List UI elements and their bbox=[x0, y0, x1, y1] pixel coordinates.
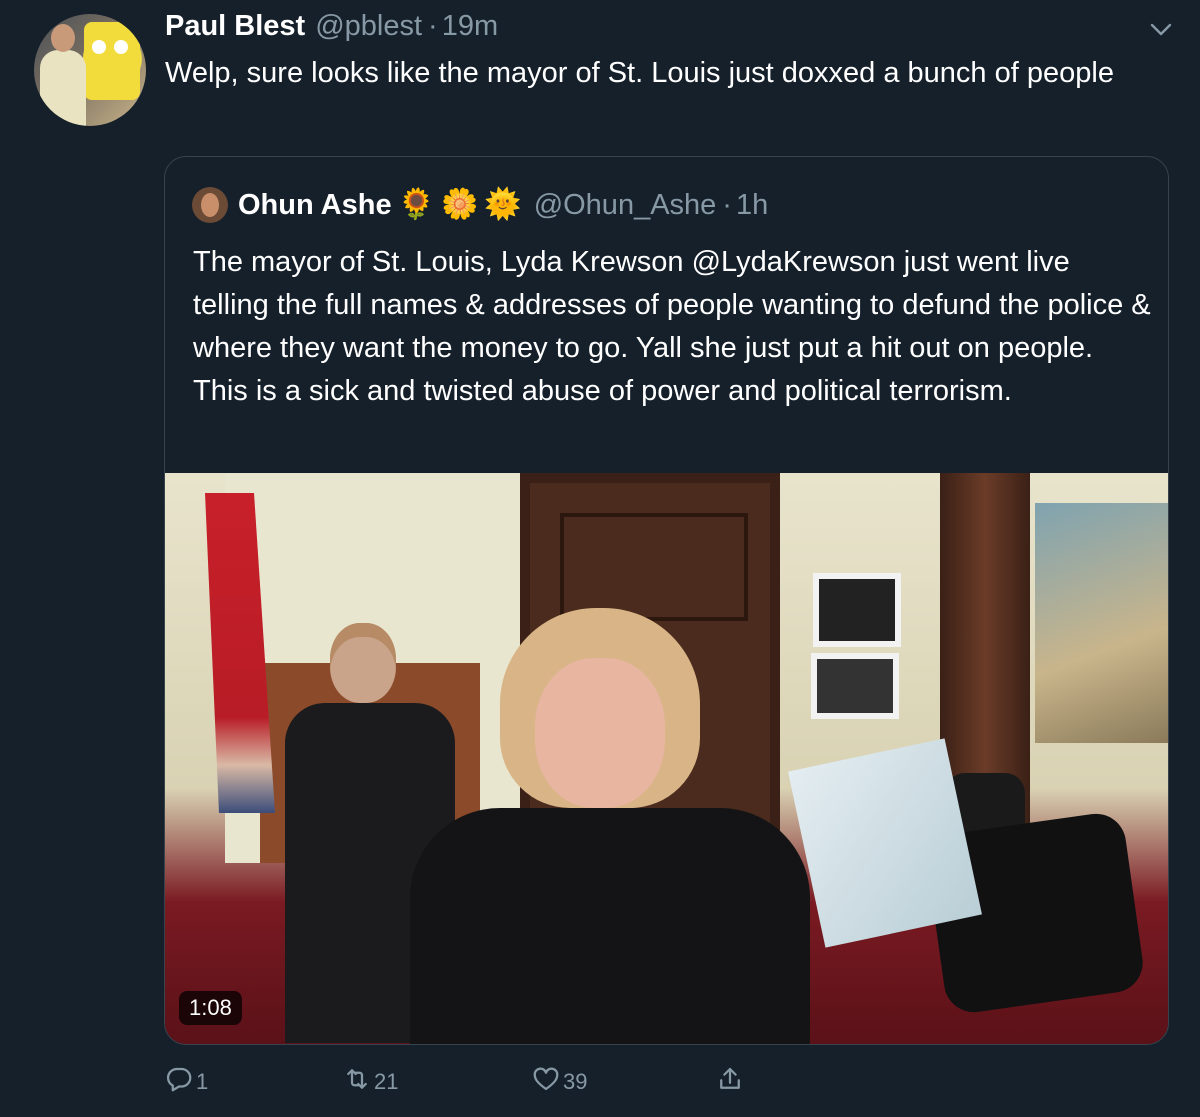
video-duration-badge: 1:08 bbox=[179, 991, 242, 1025]
quoted-author-handle[interactable]: @Ohun_Ashe bbox=[534, 189, 717, 222]
blossom-emoji: 🌼 bbox=[440, 188, 479, 221]
reply-icon bbox=[164, 1064, 194, 1099]
quoted-author-display-name[interactable]: Ohun Ashe bbox=[238, 189, 392, 222]
video-scene-person-foreground bbox=[390, 608, 830, 1044]
retweet-button[interactable]: 21 bbox=[342, 1064, 398, 1099]
tweet-text: Welp, sure looks like the mayor of St. L… bbox=[165, 57, 1114, 89]
quoted-meta-separator: · bbox=[722, 188, 732, 221]
like-button[interactable]: 39 bbox=[531, 1064, 587, 1099]
avatar-spongebob bbox=[84, 22, 140, 100]
reply-count: 1 bbox=[196, 1068, 209, 1094]
quoted-tweet[interactable]: Ohun Ashe 🌻 🌼 🌞 @Ohun_Ashe · 1h The mayo… bbox=[164, 156, 1169, 1045]
tweet-timestamp[interactable]: 19m bbox=[442, 10, 498, 43]
share-button[interactable] bbox=[715, 1064, 745, 1099]
avatar-person bbox=[40, 24, 86, 126]
retweet-count: 21 bbox=[374, 1068, 399, 1094]
quoted-tweet-text: The mayor of St. Louis, Lyda Krewson @Ly… bbox=[193, 246, 1151, 407]
chevron-down-icon[interactable] bbox=[1148, 16, 1174, 42]
like-count: 39 bbox=[563, 1068, 588, 1094]
tweet[interactable]: Paul Blest @pblest · 19m Welp, sure look… bbox=[0, 0, 1200, 1117]
quoted-tweet-header: Ohun Ashe 🌻 🌼 🌞 @Ohun_Ashe · 1h bbox=[192, 185, 768, 225]
author-handle[interactable]: @pblest bbox=[315, 10, 422, 43]
tweet-actions: 1 21 39 bbox=[164, 1064, 1174, 1098]
retweet-icon bbox=[342, 1064, 372, 1099]
video-player[interactable]: 1:08 bbox=[165, 473, 1168, 1044]
heart-icon bbox=[531, 1064, 561, 1099]
video-scene-mural bbox=[1035, 503, 1168, 743]
meta-separator: · bbox=[428, 10, 438, 42]
quoted-author-avatar[interactable] bbox=[192, 187, 228, 223]
sunflower-emoji: 🌻 bbox=[397, 188, 435, 221]
author-display-name[interactable]: Paul Blest bbox=[165, 10, 305, 43]
author-avatar[interactable] bbox=[34, 14, 146, 126]
reply-button[interactable]: 1 bbox=[164, 1064, 208, 1099]
tweet-header: Paul Blest @pblest · 19m bbox=[165, 10, 498, 46]
sun-with-face-emoji: 🌞 bbox=[484, 188, 522, 221]
share-icon bbox=[715, 1064, 745, 1099]
quoted-tweet-timestamp[interactable]: 1h bbox=[736, 189, 768, 222]
